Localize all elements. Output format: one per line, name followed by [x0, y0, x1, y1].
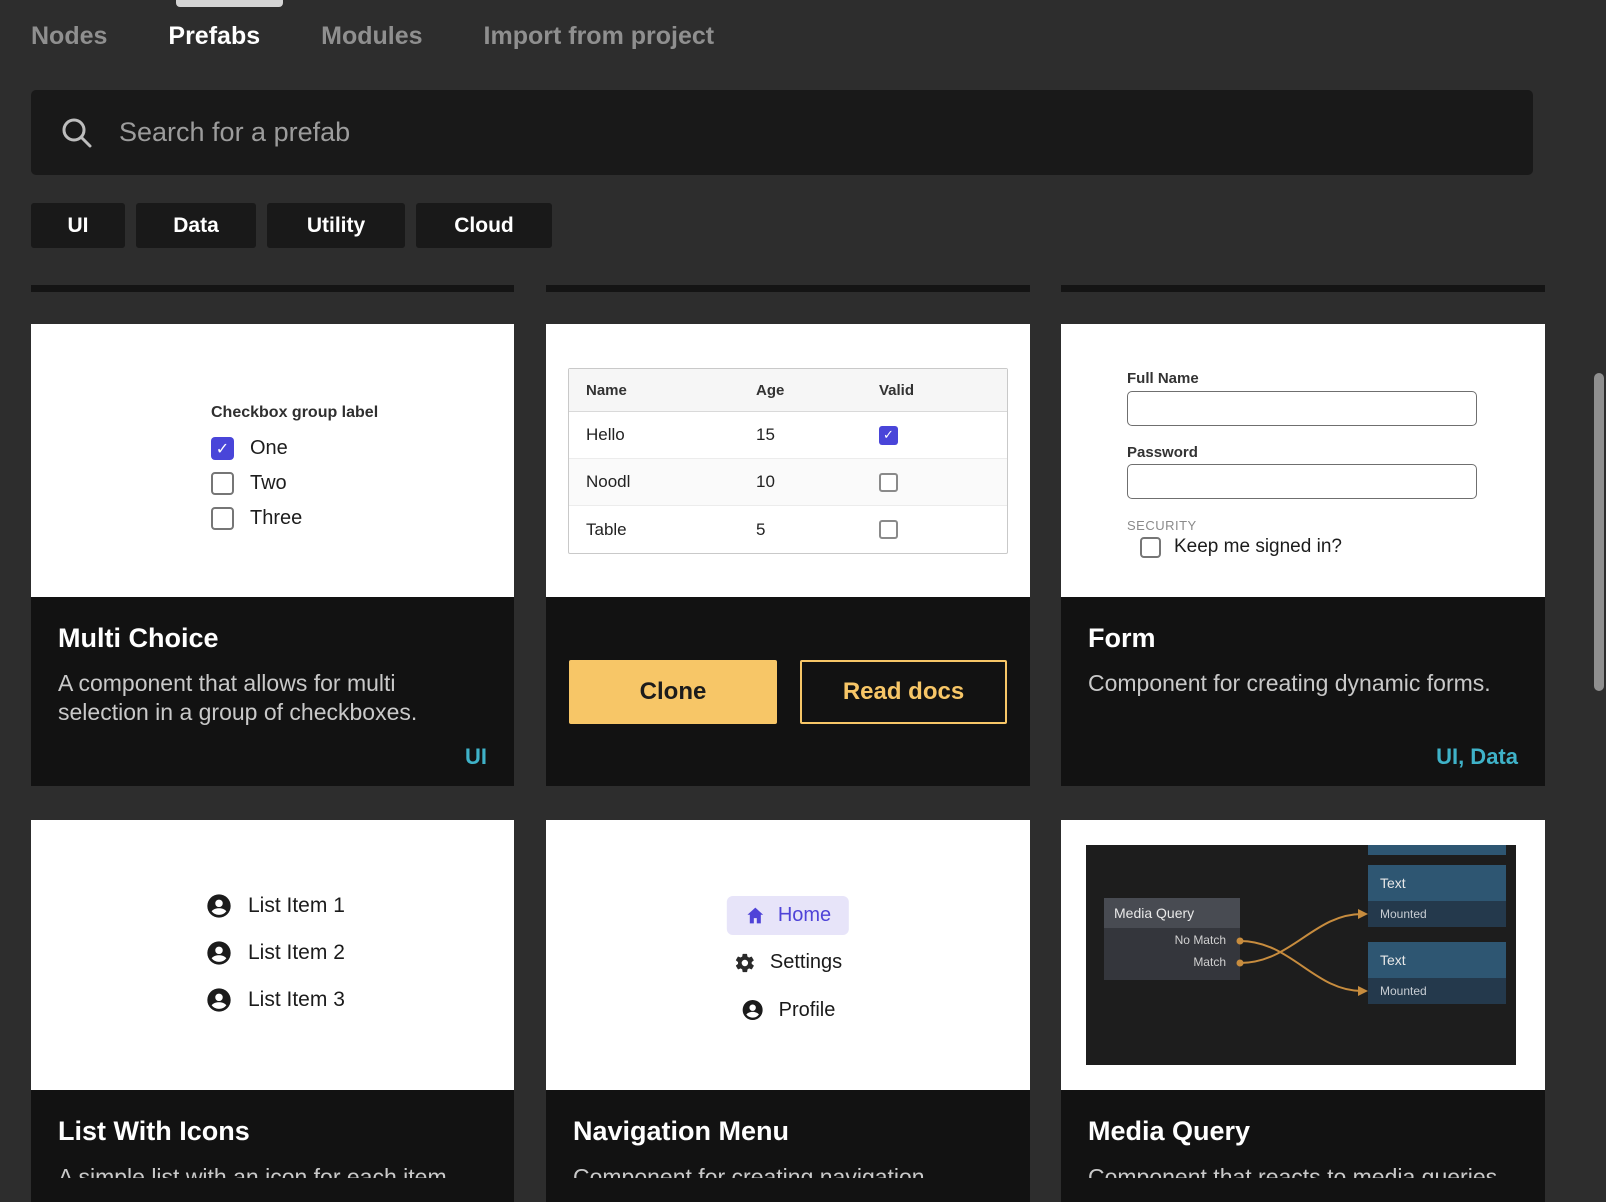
card-description: A component that allows for multi select… [58, 669, 487, 728]
card-info: Form Component for creating dynamic form… [1061, 597, 1545, 786]
connection-wires [1086, 845, 1516, 1065]
prefab-card-table[interactable]: Name Age Valid Hello 15 ✓ Noodl 10 Table… [546, 324, 1030, 786]
checkbox-option: Two [211, 472, 378, 495]
checkbox-checked-icon: ✓ [211, 437, 234, 460]
scrolled-card-edge [1061, 285, 1545, 292]
tab-prefabs[interactable]: Prefabs [168, 22, 260, 51]
card-preview: Full Name Password SECURITY Keep me sign… [1061, 324, 1545, 597]
prefab-card-form[interactable]: Full Name Password SECURITY Keep me sign… [1061, 324, 1545, 786]
filter-cloud[interactable]: Cloud [416, 203, 552, 248]
search-icon [59, 115, 95, 151]
checkbox-group-preview: Checkbox group label ✓ One Two Three [211, 404, 378, 542]
card-preview: Checkbox group label ✓ One Two Three [31, 324, 514, 597]
filter-utility[interactable]: Utility [267, 203, 405, 248]
card-preview: Name Age Valid Hello 15 ✓ Noodl 10 Table… [546, 324, 1030, 597]
card-info: List With Icons A simple list with an ic… [31, 1090, 514, 1202]
card-title: Navigation Menu [573, 1116, 1003, 1147]
card-tags: UI [465, 744, 487, 770]
filter-bar: UI Data Utility Cloud [31, 203, 552, 248]
tab-modules[interactable]: Modules [321, 22, 422, 51]
table-row: Hello 15 ✓ [569, 412, 1007, 459]
search-bar [31, 90, 1533, 175]
person-icon [205, 986, 233, 1014]
table-row: Table 5 [569, 506, 1007, 553]
full-name-input [1127, 391, 1477, 426]
card-preview: List Item 1 List Item 2 List Item 3 [31, 820, 514, 1090]
filter-data[interactable]: Data [136, 203, 256, 248]
tab-nodes[interactable]: Nodes [31, 22, 107, 51]
list-item: List Item 2 [205, 939, 345, 967]
clone-button[interactable]: Clone [569, 660, 777, 724]
card-tags: UI, Data [1436, 744, 1518, 770]
nav-item-profile: Profile [741, 998, 836, 1022]
card-title: List With Icons [58, 1116, 487, 1147]
nav-item-home: Home [727, 896, 849, 935]
prefab-browser: Nodes Prefabs Modules Import from projec… [0, 0, 1606, 1202]
table-header-row: Name Age Valid [569, 369, 1007, 412]
list-preview: List Item 1 List Item 2 List Item 3 [205, 892, 345, 1033]
checkbox-unchecked-icon [211, 472, 234, 495]
list-item: List Item 3 [205, 986, 345, 1014]
full-name-label: Full Name [1127, 370, 1199, 387]
prefab-card-media-query[interactable]: Media Query No Match Match Text Mounted … [1061, 820, 1545, 1202]
checkbox-option: Three [211, 507, 378, 530]
checkbox-group-label: Checkbox group label [211, 404, 378, 422]
table-row: Noodl 10 [569, 459, 1007, 506]
card-description: A simple list with an icon for each item… [58, 1163, 487, 1178]
list-item: List Item 1 [205, 892, 345, 920]
card-info: Navigation Menu Component for creating n… [546, 1090, 1030, 1202]
prefab-card-multi-choice[interactable]: Checkbox group label ✓ One Two Three Mul… [31, 324, 514, 786]
active-tab-indicator [176, 0, 283, 7]
person-icon [205, 939, 233, 967]
card-title: Media Query [1088, 1116, 1518, 1147]
home-icon [745, 905, 766, 926]
read-docs-button[interactable]: Read docs [800, 660, 1007, 724]
keep-signed-in-row: Keep me signed in? [1127, 536, 1342, 558]
checkbox-unchecked-icon [1140, 537, 1161, 558]
tab-bar: Nodes Prefabs Modules Import from projec… [31, 22, 714, 51]
checkbox-unchecked-icon [879, 520, 898, 539]
checkbox-unchecked-icon [879, 473, 898, 492]
checkbox-unchecked-icon [211, 507, 234, 530]
security-label: SECURITY [1127, 518, 1197, 533]
card-description: Component for creating dynamic forms. [1088, 669, 1518, 698]
person-icon [205, 892, 233, 920]
card-info: Multi Choice A component that allows for… [31, 597, 514, 786]
gear-icon [734, 952, 756, 974]
tab-import-from-project[interactable]: Import from project [484, 22, 715, 51]
card-description: Component for creating navigation menus. [573, 1163, 1003, 1178]
password-input [1127, 464, 1477, 499]
prefab-card-list-with-icons[interactable]: List Item 1 List Item 2 List Item 3 List… [31, 820, 514, 1202]
card-preview: Media Query No Match Match Text Mounted … [1061, 820, 1545, 1090]
nav-item-settings: Settings [734, 951, 842, 974]
node-editor-screenshot: Media Query No Match Match Text Mounted … [1086, 845, 1516, 1065]
table-preview: Name Age Valid Hello 15 ✓ Noodl 10 Table… [568, 368, 1008, 554]
card-title: Multi Choice [58, 623, 487, 654]
scrolled-card-edge [31, 285, 514, 292]
card-hover-actions: Clone Read docs [546, 597, 1030, 786]
card-title: Form [1088, 623, 1518, 654]
scrolled-card-edge [546, 285, 1030, 292]
prefab-card-navigation-menu[interactable]: Home Settings Profile Navigation Menu Co… [546, 820, 1030, 1202]
checkbox-option: ✓ One [211, 437, 378, 460]
filter-ui[interactable]: UI [31, 203, 125, 248]
person-icon [741, 998, 765, 1022]
checkbox-checked-icon: ✓ [879, 426, 898, 445]
card-preview: Home Settings Profile [546, 820, 1030, 1090]
password-label: Password [1127, 444, 1198, 461]
search-input[interactable] [117, 116, 1533, 149]
card-description: Component that reacts to media queries. [1088, 1163, 1518, 1178]
scrollbar-thumb[interactable] [1594, 373, 1604, 691]
card-info: Media Query Component that reacts to med… [1061, 1090, 1545, 1202]
